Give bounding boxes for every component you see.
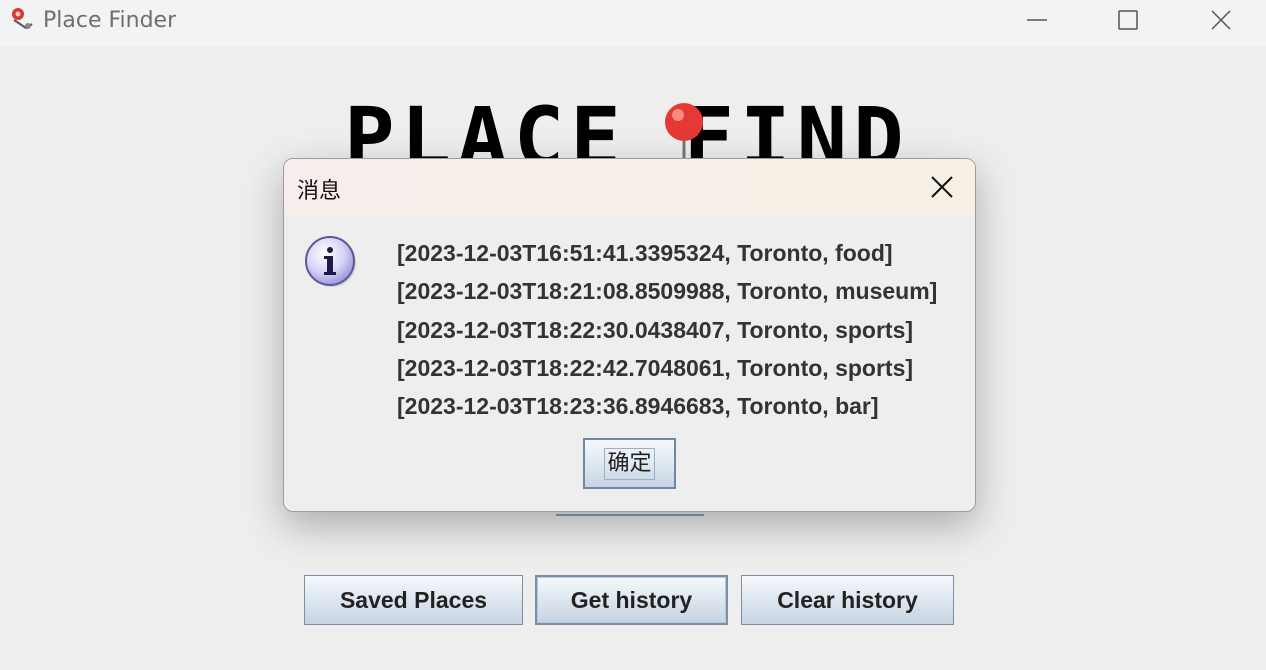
close-icon	[931, 176, 953, 198]
window-title: Place Finder	[43, 8, 177, 33]
history-entry: [2023-12-03T18:22:30.0438407, Toronto, s…	[397, 316, 914, 343]
clear-history-button[interactable]: Clear history	[741, 575, 954, 625]
logo-text: PLACE FINDER	[344, 96, 910, 158]
dialog-title: 消息	[297, 179, 342, 204]
history-entry: [2023-12-03T16:51:41.3395324, Toronto, f…	[397, 240, 893, 266]
history-entry: [2023-12-03T18:23:36.8946683, Toronto, b…	[397, 393, 879, 420]
ok-button-label: 确定	[604, 447, 655, 480]
close-icon	[1211, 10, 1231, 30]
get-history-button[interactable]: Get history	[535, 575, 728, 625]
place-finder-logo: PLACE FINDER	[344, 96, 910, 158]
history-entry: [2023-12-03T18:22:42.7048061, Toronto, s…	[397, 354, 914, 381]
history-messages: [2023-12-03T16:51:41.3395324, Toronto, f…	[397, 237, 937, 428]
minimize-icon	[1027, 19, 1047, 21]
close-window-button[interactable]	[1198, 0, 1244, 40]
info-icon	[304, 235, 358, 289]
minimize-button[interactable]	[1014, 0, 1060, 40]
title-bar: Place Finder	[0, 0, 1266, 46]
maximize-icon	[1118, 10, 1138, 30]
dialog-close-button[interactable]	[922, 169, 962, 205]
history-entry: [2023-12-03T18:21:08.8509988, Toronto, m…	[397, 278, 938, 305]
main-window: Place Finder PLACE FINDER Saved Places	[0, 0, 1266, 670]
saved-places-button[interactable]: Saved Places	[304, 575, 523, 625]
app-logo-icon	[8, 6, 36, 32]
map-pin-icon	[665, 103, 703, 158]
ok-button[interactable]: 确定	[583, 438, 676, 489]
dialog-title-bar: 消息	[284, 159, 975, 215]
message-dialog: 消息 [2023-12-03T16:51:41.3395324, Toronto…	[283, 158, 976, 512]
maximize-button[interactable]	[1105, 0, 1151, 40]
